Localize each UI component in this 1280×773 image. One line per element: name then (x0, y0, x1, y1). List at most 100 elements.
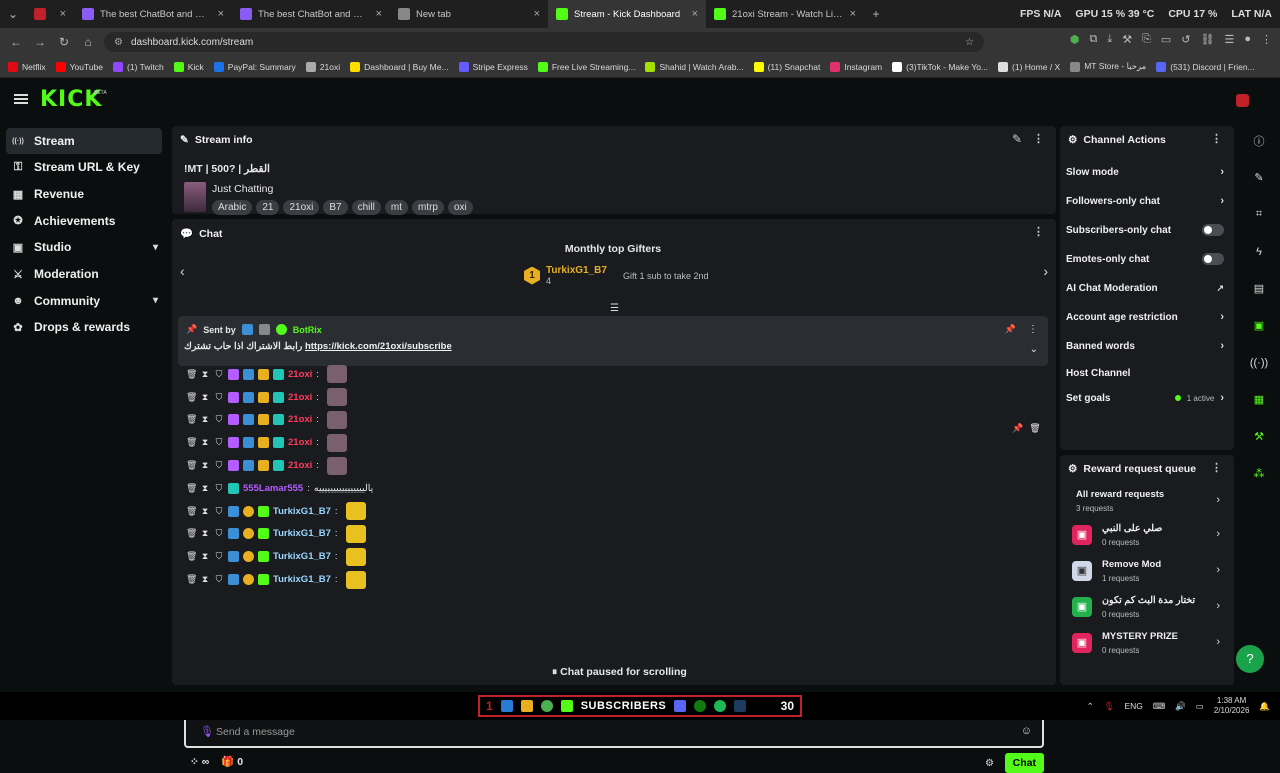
bookmark-item[interactable]: Kick (173, 61, 204, 72)
delete-icon[interactable]: 🗑 (186, 414, 197, 425)
sidebar-icon[interactable]: ☰ (1224, 33, 1234, 46)
lightning-rail-icon[interactable]: ϟ (1240, 233, 1278, 270)
toggle-switch[interactable] (1202, 253, 1224, 265)
send-chat-button[interactable]: Chat (1004, 753, 1044, 773)
stream-tag[interactable]: B7 (323, 200, 348, 215)
broadcast-rail-icon[interactable]: ((·)) (1240, 344, 1278, 381)
ban-icon[interactable]: ⛉ (214, 506, 224, 517)
chat-message[interactable]: 🗑 ⧗ ⛉ TurkixG1_B7: (186, 523, 1046, 546)
tools-icon[interactable]: ⚒ (1122, 33, 1132, 46)
user-avatar[interactable] (1236, 94, 1249, 107)
wrench-rail-icon[interactable]: ⚒ (1240, 418, 1278, 455)
home-icon[interactable]: ⌂ (76, 35, 100, 49)
ban-icon[interactable]: ⛉ (214, 528, 224, 539)
bookmark-item[interactable]: Netflix (8, 61, 46, 72)
chat-username[interactable]: TurkixG1_B7 (273, 574, 331, 585)
stream-tag[interactable]: Arabic (212, 200, 253, 215)
spotify-icon[interactable] (714, 700, 727, 712)
queue-rail-icon[interactable]: ▦ (1240, 381, 1278, 418)
close-tab-icon[interactable]: × (376, 8, 382, 20)
bookmark-item[interactable]: Free Live Streaming... (537, 61, 635, 72)
chat-username[interactable]: TurkixG1_B7 (273, 528, 331, 539)
delete-icon[interactable]: 🗑 (186, 369, 197, 380)
forward-icon[interactable]: → (28, 35, 52, 49)
stream-tag[interactable]: mt (384, 200, 408, 215)
ban-icon[interactable]: ⛉ (214, 551, 224, 562)
sidebar-item-studio[interactable]: ▣ Studio ▾ (0, 234, 170, 261)
chat-message[interactable]: 🗑 ⧗ ⛉ 21oxi: (186, 454, 1046, 477)
xbox-icon[interactable] (694, 700, 707, 712)
chat-username[interactable]: TurkixG1_B7 (273, 506, 331, 517)
browser-tab[interactable]: Stream - Kick Dashboard × (548, 0, 706, 28)
bookmark-item[interactable]: 21oxi (305, 61, 340, 72)
reward-item[interactable]: ▣ MYSTERY PRIZE 0 requests › (1072, 627, 1224, 659)
reward-queue-menu-icon[interactable]: ⋮ (1211, 461, 1222, 474)
bookmark-item[interactable]: Dashboard | Buy Me... (350, 61, 449, 72)
close-tab-icon[interactable]: × (534, 8, 540, 20)
expand-pinned-icon[interactable]: ⌄ (1030, 344, 1038, 355)
chat-username[interactable]: 555Lamar555 (243, 483, 303, 494)
pinned-menu-icon[interactable]: ⋮ (1028, 324, 1038, 335)
sidebar-item-achievements[interactable]: ✪ Achievements (0, 207, 170, 234)
channel-action-ai-chat-moderation[interactable]: AI Chat Moderation ↗ (1066, 274, 1224, 302)
stream-tag[interactable]: oxi (447, 200, 473, 215)
bookmark-item[interactable]: Stripe Express (458, 61, 528, 72)
delete-icon[interactable]: 🗑 (186, 551, 197, 562)
browser-tab[interactable]: 21oxi Stream - Watch Live on K × (706, 0, 864, 28)
delete-icon[interactable]: 🗑 (186, 460, 197, 471)
bookmark-item[interactable]: (531) Discord | Frien... (1156, 61, 1255, 72)
timeout-icon[interactable]: ⧗ (200, 528, 210, 539)
windows-icon[interactable] (500, 700, 513, 712)
delete-icon[interactable]: 🗑 (186, 392, 197, 403)
language-indicator[interactable]: ENG (1124, 701, 1142, 711)
delete-icon[interactable]: 🗑 (186, 528, 197, 539)
edit-pencil-icon[interactable]: ✎ (1012, 132, 1022, 146)
gifters-next-icon[interactable]: › (1043, 263, 1048, 279)
kick-app-icon[interactable] (560, 700, 573, 712)
pin-message-icon[interactable]: 📌 (1012, 423, 1023, 434)
clock[interactable]: 1:38 AM 2/10/2026 (1214, 696, 1250, 716)
reward-item[interactable]: ▣ Remove Mod 1 requests › (1072, 555, 1224, 587)
collapse-gifters-icon[interactable]: ☰ (610, 303, 619, 314)
timeout-icon[interactable]: ⧗ (200, 414, 210, 425)
chat-message[interactable]: 🗑 ⧗ ⛉ TurkixG1_B7: (186, 545, 1046, 568)
volume-icon[interactable]: 🔊 (1175, 701, 1186, 712)
ban-icon[interactable]: ⛉ (214, 437, 224, 448)
shield-ext-icon[interactable]: ⬢ (1070, 33, 1080, 46)
chat-input[interactable]: 🎙 Send a message ☺ (184, 716, 1044, 748)
chat-rail-icon[interactable]: ▣ (1240, 307, 1278, 344)
puzzle-icon[interactable]: ⧉ (1089, 33, 1097, 46)
timeout-icon[interactable]: ⧗ (200, 483, 210, 494)
gift-count[interactable]: 🎁 0 (221, 755, 243, 768)
pinned-user[interactable]: BotRix (293, 325, 322, 335)
stream-info-menu-icon[interactable]: ⋮ (1033, 132, 1044, 145)
discord-icon[interactable] (674, 700, 687, 712)
edit-rail-icon[interactable]: ✎ (1240, 159, 1278, 196)
mic-tray-icon[interactable]: 🎙 (1104, 701, 1115, 712)
stream-tag[interactable]: mtrp (411, 200, 444, 215)
download-icon[interactable]: ⤓ (1107, 33, 1112, 46)
delete-icon[interactable]: 🗑 (186, 483, 197, 494)
delete-icon[interactable]: 🗑 (186, 574, 197, 585)
address-bar[interactable]: ⚙ dashboard.kick.com/stream ☆ (104, 32, 984, 52)
info-rail-icon[interactable]: ⓘ (1240, 122, 1278, 159)
photoshop-icon[interactable] (734, 700, 747, 712)
all-reward-requests[interactable]: All reward requests 3 requests › (1072, 485, 1224, 517)
ban-icon[interactable]: ⛉ (214, 574, 224, 585)
channel-action-slow-mode[interactable]: Slow mode › (1066, 158, 1224, 186)
channel-action-banned-words[interactable]: Banned words › (1066, 332, 1224, 360)
chat-message[interactable]: 🗑 ⧗ ⛉ 21oxi: (186, 386, 1046, 409)
delete-icon[interactable]: 🗑 (186, 437, 197, 448)
channel-action-subscribers-only-chat[interactable]: Subscribers-only chat (1066, 216, 1224, 244)
gifter-name[interactable]: TurkixG1_B7 (546, 265, 607, 276)
chat-message[interactable]: 🗑 ⧗ ⛉ 21oxi: (186, 431, 1046, 454)
timeout-icon[interactable]: ⧗ (200, 551, 210, 562)
chat-username[interactable]: TurkixG1_B7 (273, 551, 331, 562)
close-tab-icon[interactable]: × (218, 8, 224, 20)
bookmark-item[interactable]: MT Store - مرحبا (1070, 61, 1146, 72)
sidebar-item-revenue[interactable]: ▦ Revenue (0, 181, 170, 208)
bookmark-item[interactable]: PayPal: Summary (213, 61, 296, 72)
browser-tab[interactable]: The best ChatBot and Widgets × (232, 0, 390, 28)
chat-menu-icon[interactable]: ⋮ (1033, 225, 1044, 238)
reward-item[interactable]: ▣ تختار مدة البث كم تكون 0 requests › (1072, 591, 1224, 623)
